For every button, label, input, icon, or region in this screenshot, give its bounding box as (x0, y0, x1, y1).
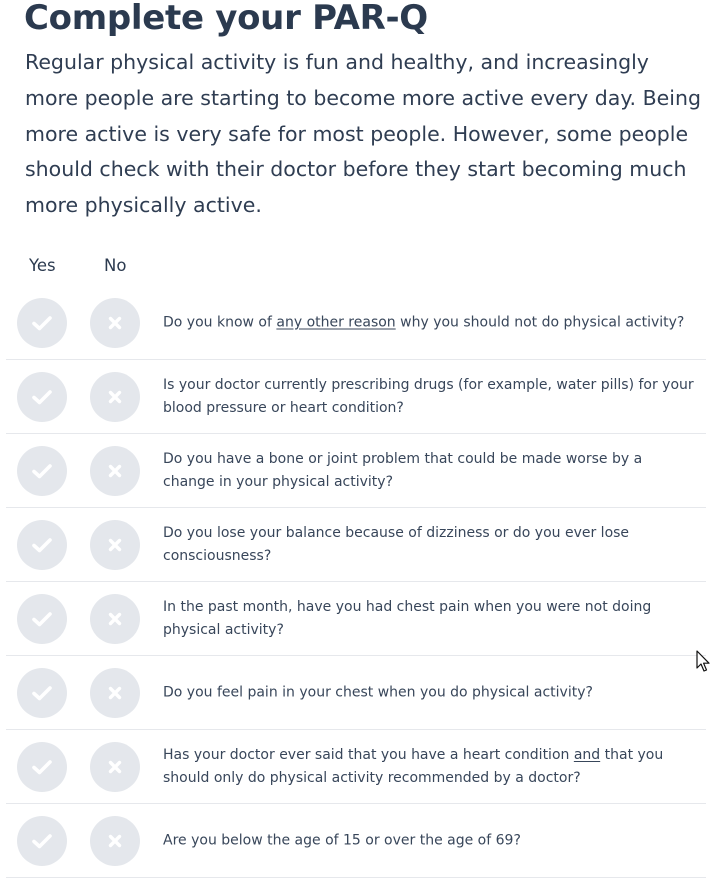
x-icon (108, 390, 122, 403)
yes-button[interactable] (17, 297, 67, 348)
page-title: Complete your PAR-Q (24, 0, 428, 38)
underlined-phrase: and (573, 746, 601, 763)
intro-paragraph: Regular physical activity is fun and hea… (25, 50, 701, 218)
question-text-part: why you should not do physical activity? (395, 314, 685, 330)
no-button[interactable] (90, 741, 140, 792)
question-row: Are you below the age of 15 or over the … (6, 804, 706, 878)
check-icon (32, 537, 52, 552)
check-icon (32, 389, 52, 404)
yes-column-header: Yes (29, 256, 56, 275)
question-row: Do you have a bone or joint problem that… (6, 434, 706, 508)
question-list: Do you know of any other reason why you … (6, 286, 706, 878)
x-icon (108, 538, 122, 551)
question-row: Has your doctor ever said that you have … (6, 730, 706, 804)
question-text-part: Has your doctor ever said that you have … (163, 746, 574, 763)
mouse-cursor-icon (696, 650, 710, 672)
x-icon (108, 686, 122, 699)
no-button[interactable] (90, 593, 140, 644)
question-text: Is your doctor currently prescribing dru… (163, 376, 694, 416)
check-icon (32, 611, 52, 626)
question-row: Do you lose your balance because of dizz… (6, 508, 706, 582)
x-icon (108, 464, 122, 477)
no-button[interactable] (90, 667, 140, 718)
x-icon (108, 760, 122, 773)
question-text: Do you know of any other reason why you … (163, 311, 696, 334)
question-text: In the past month, have you had chest pa… (163, 598, 652, 638)
check-icon (32, 463, 52, 478)
question-text: Do you feel pain in your chest when you … (163, 684, 593, 700)
question-text: Do you have a bone or joint problem that… (163, 450, 643, 490)
question-row: Is your doctor currently prescribing dru… (6, 360, 706, 434)
check-icon (32, 315, 52, 330)
yes-button[interactable] (17, 741, 67, 792)
yes-button[interactable] (17, 593, 67, 644)
yes-button[interactable] (17, 667, 67, 718)
yes-button[interactable] (17, 445, 67, 496)
question-text: Do you lose your balance because of dizz… (163, 524, 630, 564)
question-text: Are you below the age of 15 or over the … (163, 832, 521, 848)
question-text: Has your doctor ever said that you have … (163, 744, 696, 790)
x-icon (108, 834, 122, 847)
underlined-phrase: any other reason (276, 314, 396, 330)
no-button[interactable] (90, 445, 140, 496)
yes-button[interactable] (17, 519, 67, 570)
check-icon (32, 685, 52, 700)
no-button[interactable] (90, 815, 140, 866)
question-row: Do you know of any other reason why you … (6, 286, 706, 360)
question-row: Do you feel pain in your chest when you … (6, 656, 706, 730)
check-icon (32, 833, 52, 848)
yes-button[interactable] (17, 371, 67, 422)
yes-button[interactable] (17, 815, 67, 866)
x-icon (108, 316, 122, 329)
no-button[interactable] (90, 297, 140, 348)
no-button[interactable] (90, 519, 140, 570)
x-icon (108, 612, 122, 625)
no-column-header: No (104, 256, 127, 275)
check-icon (32, 759, 52, 774)
question-text-part: Do you know of (163, 314, 277, 330)
no-button[interactable] (90, 371, 140, 422)
question-row: In the past month, have you had chest pa… (6, 582, 706, 656)
